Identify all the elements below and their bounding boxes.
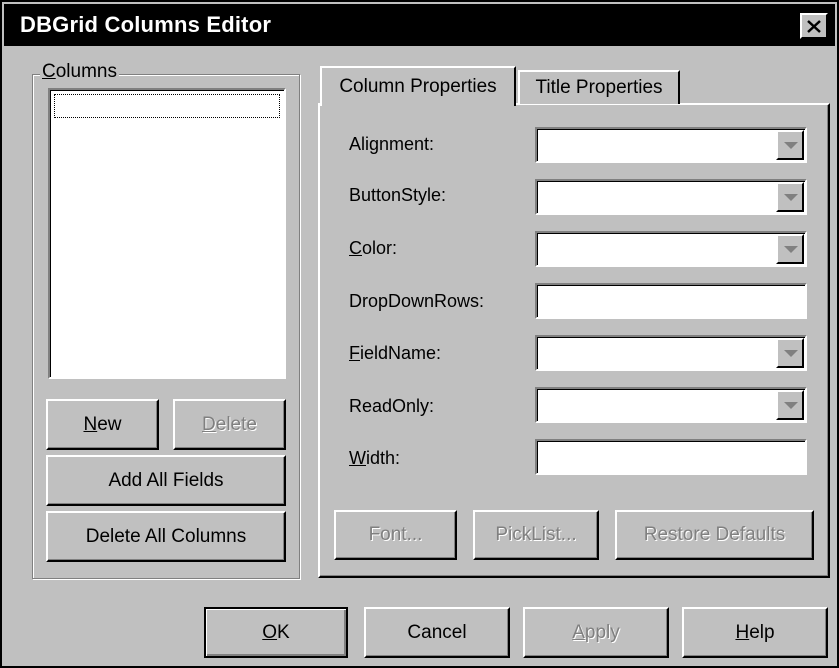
font-button[interactable]: Font... [334, 510, 457, 560]
fieldname-dropdown-button[interactable] [776, 338, 804, 368]
color-dropdown-button[interactable] [776, 234, 804, 264]
list-focus-item[interactable] [54, 94, 280, 118]
picklist-button[interactable]: PickList... [473, 510, 599, 560]
alignment-label: Alignment: [349, 134, 435, 154]
chevron-down-icon [784, 350, 798, 357]
buttonstyle-dropdown-button[interactable] [776, 182, 804, 212]
alignment-dropdown-button[interactable] [776, 130, 804, 160]
chevron-down-icon [784, 246, 798, 253]
tab-title-properties[interactable]: Title Properties [518, 70, 680, 104]
color-label: Color: [349, 238, 398, 258]
fieldname-label: FieldName: [349, 343, 442, 363]
cancel-button[interactable]: Cancel [364, 607, 510, 658]
title-bar[interactable]: DBGrid Columns Editor [4, 4, 835, 46]
width-input[interactable] [535, 439, 807, 475]
chevron-down-icon [784, 194, 798, 201]
readonly-label: ReadOnly: [349, 396, 435, 416]
close-button[interactable] [800, 13, 828, 39]
apply-button[interactable]: Apply [523, 607, 669, 658]
delete-button[interactable]: Delete [173, 399, 286, 450]
readonly-dropdown-button[interactable] [776, 390, 804, 420]
help-button[interactable]: Help [682, 607, 828, 658]
close-icon [807, 20, 821, 33]
chevron-down-icon [784, 402, 798, 409]
dialog-window: DBGrid Columns Editor Columns New Delete… [0, 0, 839, 668]
add-all-fields-button[interactable]: Add All Fields [46, 455, 286, 506]
alignment-combo[interactable] [535, 127, 807, 163]
fieldname-combo[interactable] [535, 335, 807, 371]
color-combo[interactable] [535, 231, 807, 267]
buttonstyle-combo[interactable] [535, 179, 807, 215]
width-label: Width: [349, 448, 401, 468]
columns-group-label: Columns [40, 61, 119, 83]
columns-listbox[interactable] [48, 88, 286, 379]
tab-column-properties[interactable]: Column Properties [320, 66, 516, 106]
dropdownrows-label: DropDownRows: [349, 291, 485, 311]
tab-join [322, 103, 512, 106]
delete-all-columns-button[interactable]: Delete All Columns [46, 511, 286, 562]
chevron-down-icon [784, 142, 798, 149]
buttonstyle-label: ButtonStyle: [349, 185, 447, 205]
readonly-combo[interactable] [535, 387, 807, 423]
dropdownrows-input[interactable] [535, 283, 807, 319]
ok-button[interactable]: OK [204, 607, 348, 658]
restore-defaults-button[interactable]: Restore Defaults [615, 510, 814, 560]
window-title: DBGrid Columns Editor [20, 12, 272, 37]
new-button[interactable]: New [46, 399, 159, 450]
